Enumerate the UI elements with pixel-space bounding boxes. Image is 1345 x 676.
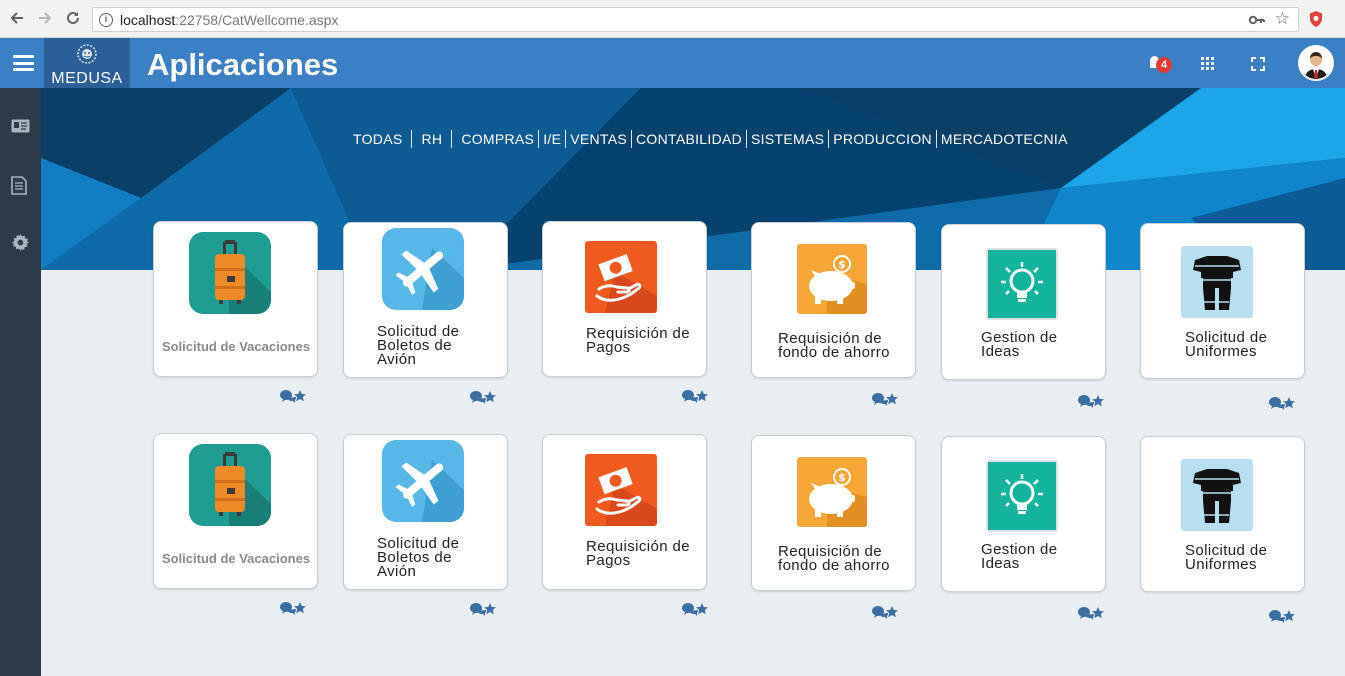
shield-icon[interactable] [1308, 10, 1324, 28]
payment-hand-icon [585, 454, 657, 526]
app-card[interactable]: Gestion de Ideas [941, 436, 1106, 592]
app-card[interactable]: $ Requisición de fondo de ahorro [751, 435, 916, 591]
app-card-label: Requisición de fondo de ahorro [778, 543, 890, 574]
notification-badge: 4 [1156, 57, 1172, 73]
comment-favorite-icon[interactable] [1268, 609, 1298, 623]
app-card[interactable]: Solicitud de Vacaciones [153, 433, 318, 589]
lightbulb-icon [986, 248, 1058, 320]
app-card-label: Requisición de fondo de ahorro [778, 330, 890, 361]
filter-separator [935, 130, 937, 148]
filter-produccion[interactable]: PRODUCCION [832, 131, 933, 147]
uniform-icon [1181, 459, 1253, 531]
svg-text:$: $ [838, 258, 846, 271]
filter-sistemas[interactable]: SISTEMAS [750, 131, 825, 147]
avatar[interactable] [1298, 45, 1334, 81]
app-card-label: Solicitud de Boletos de Avión [377, 535, 460, 580]
app-header: MEDUSA Aplicaciones 4 [0, 38, 1345, 88]
filter-ventas[interactable]: VENTAS [569, 131, 628, 147]
url-host: localhost [120, 12, 176, 28]
logo[interactable]: MEDUSA [44, 38, 130, 88]
reload-icon[interactable] [63, 9, 83, 29]
filter-separator [451, 130, 453, 148]
app-card-label: Gestion de Ideas [981, 541, 1058, 572]
comment-favorite-icon[interactable] [681, 602, 711, 616]
app-card[interactable]: Solicitud de Uniformes [1140, 223, 1305, 379]
filter-todas[interactable]: TODAS [352, 131, 403, 147]
app-card-label: Solicitud de Vacaciones [161, 551, 311, 566]
app-card-label: Solicitud de Vacaciones [161, 339, 311, 354]
document-icon[interactable] [11, 176, 30, 195]
app-card[interactable]: Requisición de Pagos [542, 434, 707, 590]
payment-hand-icon [585, 241, 657, 313]
address-bar[interactable]: i localhost:22758/CatWellcome.aspx ☆ [92, 7, 1299, 32]
suitcase-icon [189, 444, 271, 526]
piggy-bank-icon: $ [797, 244, 867, 314]
filter-mercadotecnia[interactable]: MERCADOTECNIA [940, 131, 1069, 147]
comment-favorite-icon[interactable] [871, 392, 901, 406]
fullscreen-icon[interactable] [1251, 57, 1265, 71]
filter-rh[interactable]: RH [420, 131, 443, 147]
key-icon[interactable] [1248, 11, 1266, 33]
id-card-icon[interactable] [11, 119, 30, 137]
apps-grid-icon[interactable] [1201, 57, 1215, 71]
comment-favorite-icon[interactable] [279, 389, 309, 403]
filter-separator [565, 130, 567, 148]
suitcase-icon [189, 232, 271, 314]
airplane-icon [382, 228, 464, 310]
lightbulb-icon [986, 460, 1058, 532]
url-text: localhost:22758/CatWellcome.aspx [120, 12, 338, 28]
comment-favorite-icon[interactable] [1268, 396, 1298, 410]
comment-favorite-icon[interactable] [681, 389, 711, 403]
filter-separator [538, 130, 540, 148]
app-card-label: Solicitud de Uniformes [1185, 542, 1268, 573]
info-icon[interactable]: i [99, 13, 113, 27]
back-icon[interactable] [7, 9, 27, 29]
app-card-label: Gestion de Ideas [981, 329, 1058, 360]
app-card[interactable]: Solicitud de Boletos de Avión [343, 222, 508, 378]
airplane-icon [382, 440, 464, 522]
filter-separator [411, 130, 413, 148]
uniform-icon [1181, 246, 1253, 318]
browser-toolbar: i localhost:22758/CatWellcome.aspx ☆ [0, 0, 1345, 38]
app-card[interactable]: Solicitud de Uniformes [1140, 436, 1305, 592]
filter-contabilidad[interactable]: CONTABILIDAD [635, 131, 743, 147]
filter-separator [828, 130, 830, 148]
app-card-label: Requisición de Pagos [586, 325, 690, 356]
app-card[interactable]: Gestion de Ideas [941, 224, 1106, 380]
category-filter-bar: TODAS RH COMPRAS I/E VENTAS CONTABILIDAD SISTE… [352, 129, 1069, 149]
app-card[interactable]: Solicitud de Boletos de Avión [343, 434, 508, 590]
app-card-label: Requisición de Pagos [586, 538, 690, 569]
page-title: Aplicaciones [147, 47, 339, 82]
app-card-label: Solicitud de Boletos de Avión [377, 323, 460, 368]
comment-favorite-icon[interactable] [1077, 394, 1107, 408]
sidebar [0, 88, 41, 676]
filter-compras[interactable]: COMPRAS [460, 131, 535, 147]
forward-icon[interactable] [35, 9, 55, 29]
filter-separator [631, 130, 633, 148]
url-path: :22758/CatWellcome.aspx [175, 12, 339, 28]
filter-ie[interactable]: I/E [542, 131, 562, 147]
comment-favorite-icon[interactable] [469, 390, 499, 404]
filter-separator [746, 130, 748, 148]
comment-favorite-icon[interactable] [279, 601, 309, 615]
star-icon[interactable]: ☆ [1275, 9, 1290, 29]
app-card-label: Solicitud de Uniformes [1185, 329, 1268, 360]
comment-favorite-icon[interactable] [469, 602, 499, 616]
piggy-bank-icon: $ [797, 457, 867, 527]
app-card[interactable]: Requisición de Pagos [542, 221, 707, 377]
menu-icon[interactable] [13, 55, 34, 71]
app-card[interactable]: $ Requisición de fondo de ahorro [751, 222, 916, 378]
gear-icon[interactable] [11, 233, 30, 252]
comment-favorite-icon[interactable] [871, 605, 901, 619]
app-card[interactable]: Solicitud de Vacaciones [153, 221, 318, 377]
logo-text: MEDUSA [51, 70, 123, 87]
medusa-logo-icon [77, 44, 97, 64]
svg-text:$: $ [838, 471, 846, 484]
comment-favorite-icon[interactable] [1077, 606, 1107, 620]
bell-icon[interactable]: 4 [1150, 54, 1172, 76]
